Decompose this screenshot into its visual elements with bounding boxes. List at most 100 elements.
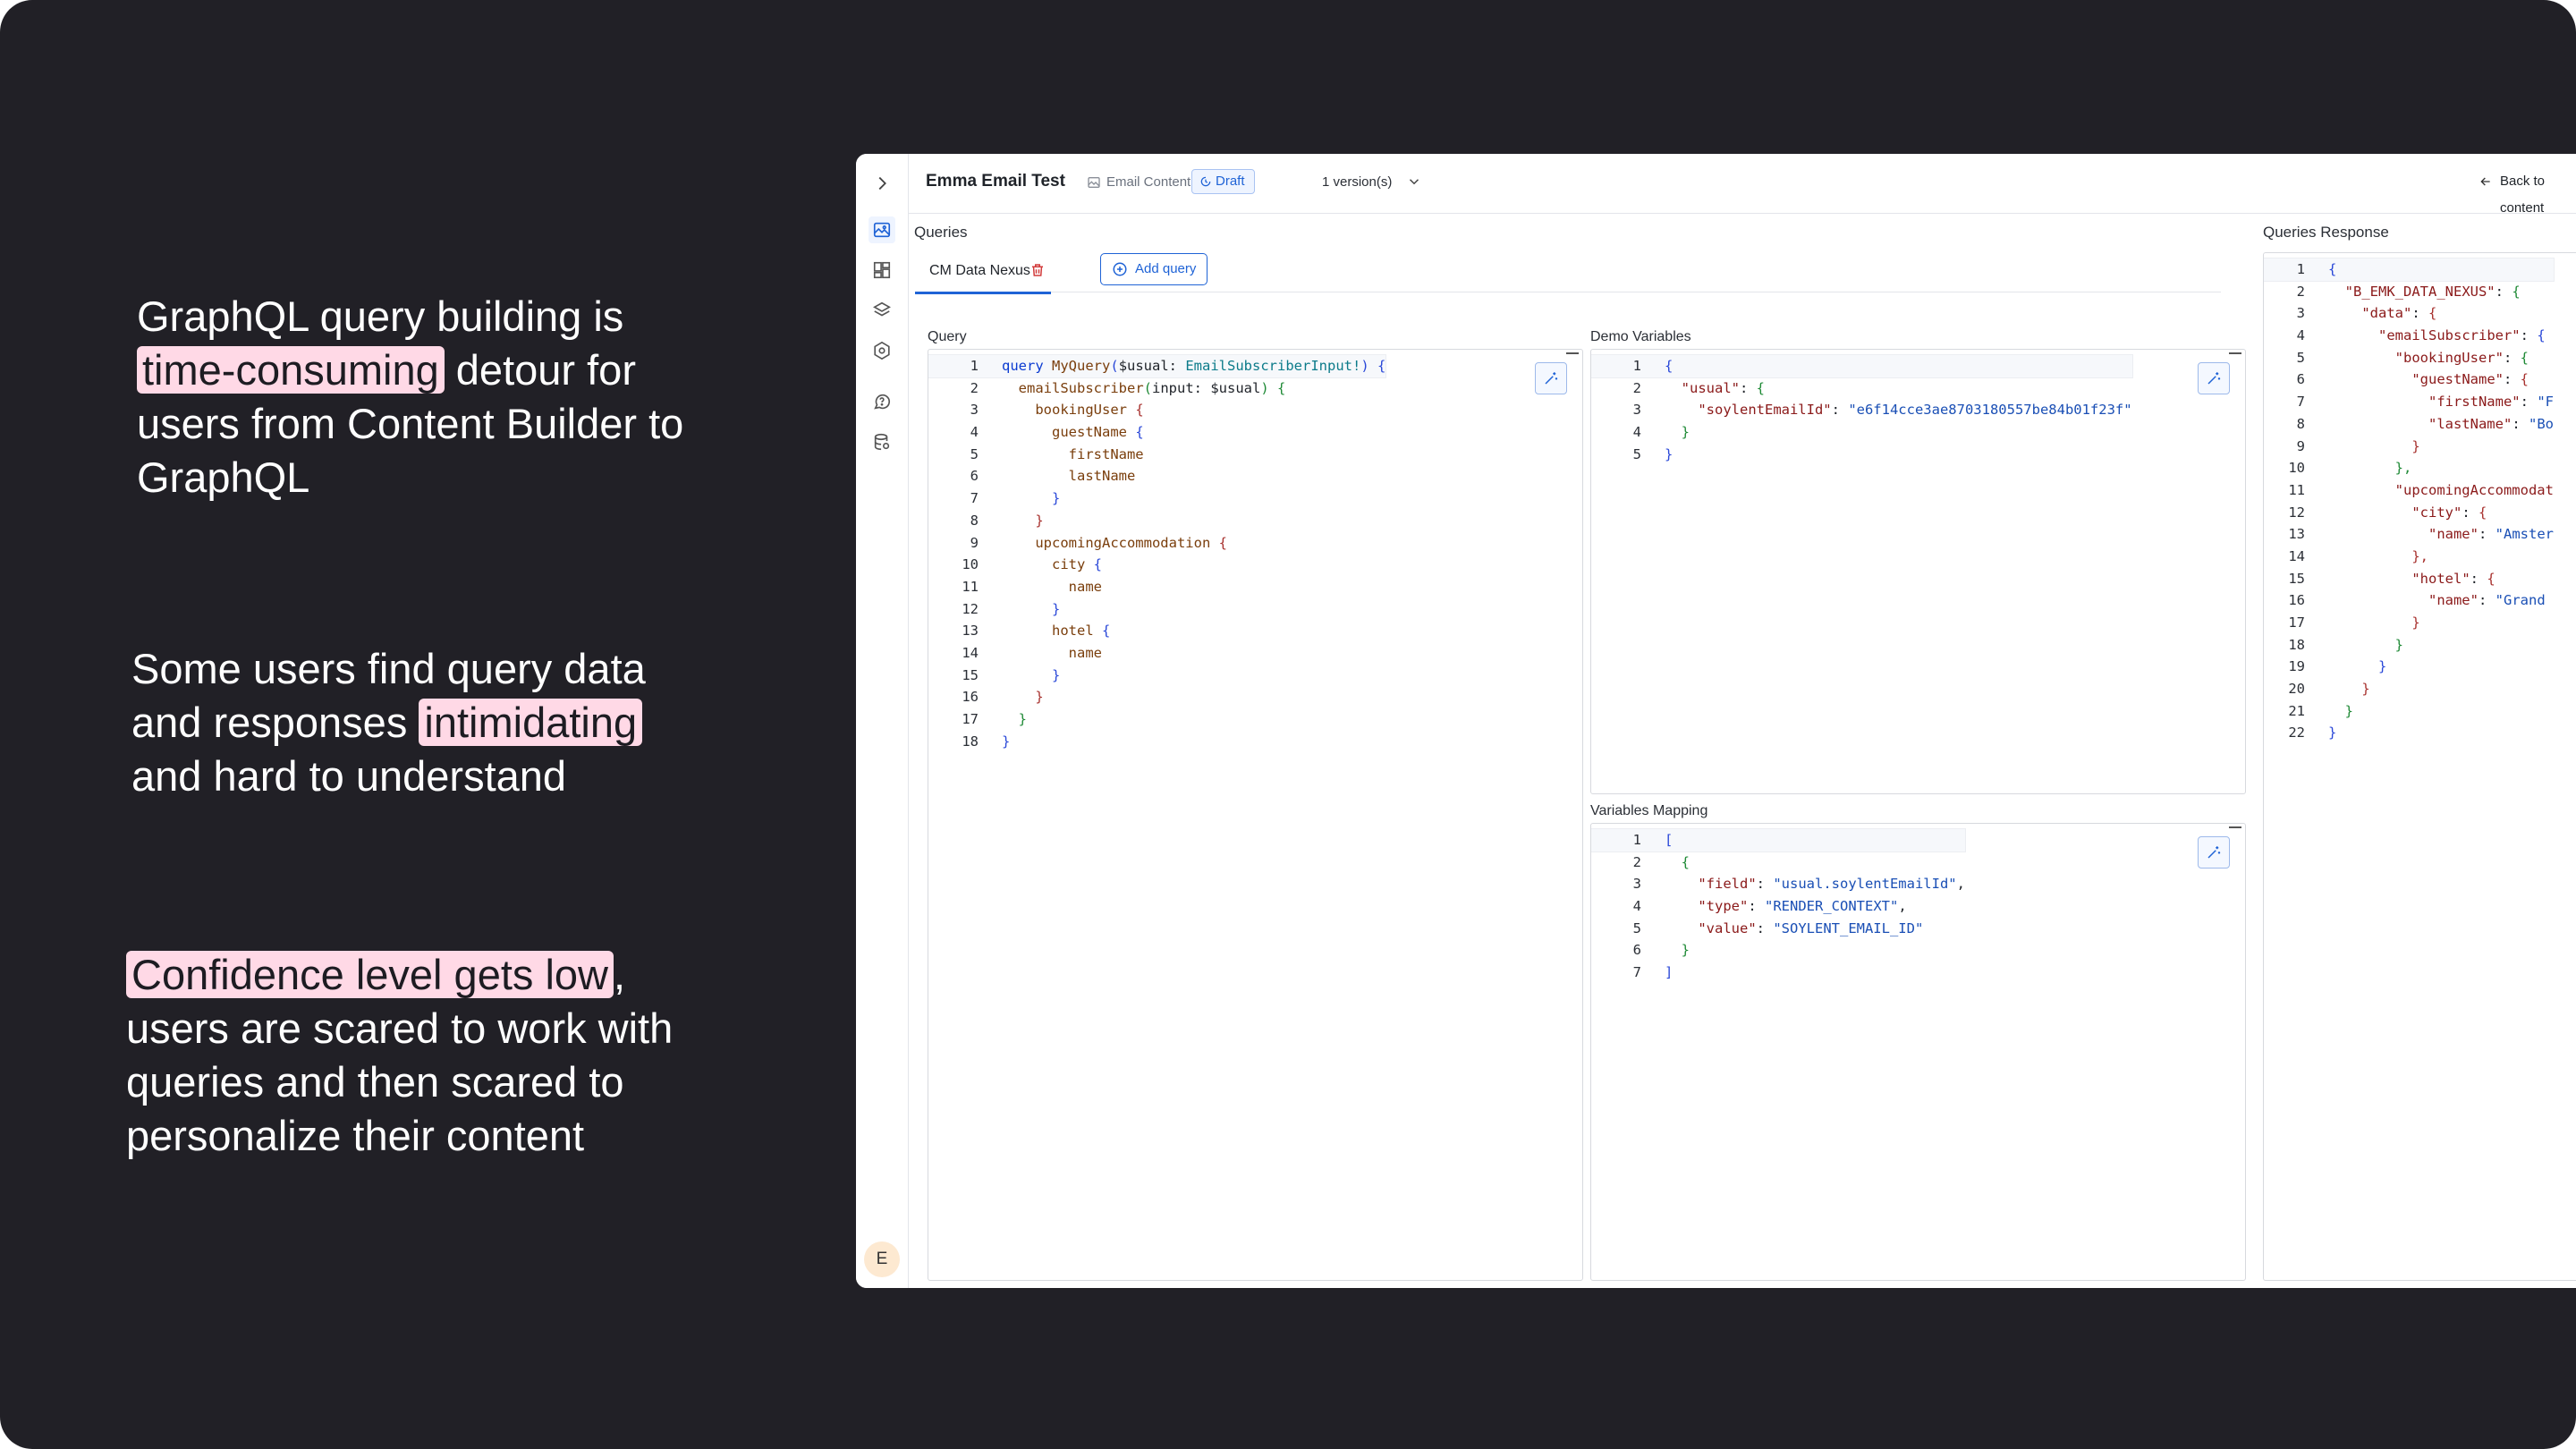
- line-number: 1: [1632, 832, 1641, 848]
- query-editor[interactable]: 1 query MyQuery($usual: EmailSubscriberIn…: [928, 349, 1583, 1281]
- code-token: },: [2394, 460, 2412, 477]
- code-token: lastName: [1068, 468, 1136, 485]
- line-number: 2: [2296, 283, 2305, 300]
- code-line: 1{: [2264, 258, 2555, 282]
- code-token: {: [1135, 424, 1144, 441]
- database-icon[interactable]: [869, 428, 895, 455]
- line-number: 4: [970, 424, 979, 441]
- collapse-handle[interactable]: [2229, 826, 2241, 828]
- breadcrumb[interactable]: Email Content: [1106, 174, 1191, 190]
- code-line: 14 name: [928, 642, 1385, 665]
- add-query-button[interactable]: Add query: [1100, 253, 1208, 285]
- variables-mapping-editor[interactable]: 1[2 {3 "field": "usual.soylentEmailId", 4…: [1590, 823, 2246, 1281]
- line-number: 12: [2288, 504, 2305, 521]
- code-token: ): [1260, 379, 1269, 396]
- chevron-right-icon[interactable]: [869, 170, 895, 197]
- highlight-confidence-low: Confidence level gets low: [126, 951, 614, 998]
- code-token: {: [1218, 534, 1227, 551]
- chevron-down-icon[interactable]: [1406, 174, 1422, 190]
- layers-icon[interactable]: [869, 297, 895, 324]
- trash-icon[interactable]: [1030, 262, 1046, 278]
- tab-cm-data-nexus[interactable]: CM Data Nexus: [915, 250, 1051, 294]
- code-line: 11 name: [928, 576, 1385, 598]
- queries-heading: Queries: [914, 224, 968, 241]
- code-token: :: [2512, 415, 2529, 432]
- line-number: 1: [2296, 261, 2305, 277]
- code-token: :: [1740, 379, 1757, 396]
- line-number: 16: [962, 689, 979, 706]
- magic-format-icon[interactable]: [2198, 836, 2230, 869]
- code-token: "lastName": [2428, 415, 2512, 432]
- code-line: 10 },: [2264, 457, 2554, 479]
- code-token: :: [1748, 898, 1765, 915]
- code-token: name: [1068, 578, 1102, 595]
- code-token: ,: [1956, 876, 1965, 893]
- code-token: "usual.soylentEmailId": [1773, 876, 1957, 893]
- code-token: }: [2361, 681, 2370, 698]
- code-token: :: [2470, 570, 2487, 587]
- code-token: }: [1052, 490, 1061, 507]
- code-content: 1{2 "B_EMK_DATA_NEXUS": {3 "data": {4 "e…: [2264, 258, 2555, 744]
- code-token: {: [2512, 283, 2521, 300]
- graphql-icon[interactable]: [869, 337, 895, 364]
- magic-format-icon[interactable]: [2198, 362, 2230, 394]
- code-token: "RENDER_CONTEXT": [1765, 898, 1899, 915]
- code-line: 8 "lastName": "Bo: [2264, 413, 2554, 436]
- line-number: 1: [970, 358, 979, 374]
- tab-label: CM Data Nexus: [929, 263, 1030, 278]
- code-token: "bookingUser": [2394, 349, 2504, 366]
- avatar[interactable]: E: [864, 1241, 900, 1277]
- code-line: 4 }: [1591, 421, 2132, 444]
- code-token: {: [2479, 504, 2487, 521]
- app-window: E Emma Email Test Email Content Draft 1 …: [856, 154, 2576, 1288]
- line-number: 5: [1632, 445, 1641, 462]
- message-intimidating: Some users find query data and responses…: [131, 642, 686, 803]
- arrow-left-icon: [2480, 177, 2490, 186]
- back-to-content-button[interactable]: Back to content: [2475, 168, 2576, 216]
- help-icon[interactable]: [869, 388, 895, 415]
- line-number: 13: [962, 623, 979, 640]
- add-query-label: Add query: [1135, 261, 1197, 276]
- code-line: 19 }: [2264, 656, 2554, 678]
- code-token: EmailSubscriberInput!: [1185, 358, 1361, 374]
- code-token: "Bo: [2528, 415, 2554, 432]
- message-text: and hard to understand: [131, 752, 567, 800]
- version-selector[interactable]: 1 version(s): [1322, 174, 1392, 190]
- code-line: 13 "name": "Amster: [2264, 523, 2554, 546]
- code-line: 20 }: [2264, 678, 2554, 700]
- code-line: 6 lastName: [928, 465, 1385, 487]
- back-label: Back to content: [2500, 174, 2546, 216]
- line-number: 7: [970, 490, 979, 507]
- code-token: upcomingAccommodation: [1035, 534, 1211, 551]
- code-token: "city": [2411, 504, 2462, 521]
- code-line: 1{: [1591, 354, 2133, 378]
- code-token: {: [2520, 371, 2529, 388]
- code-token: }: [2344, 702, 2354, 719]
- magic-format-icon[interactable]: [1535, 362, 1567, 394]
- collapse-handle[interactable]: [2229, 352, 2241, 354]
- demo-variables-editor[interactable]: 1{2 "usual": {3 "soylentEmailId": "e6f14…: [1590, 349, 2246, 794]
- layout-icon[interactable]: [869, 257, 895, 284]
- image-icon[interactable]: [869, 216, 895, 243]
- code-token: (: [1110, 358, 1119, 374]
- code-line: 5 firstName: [928, 444, 1385, 466]
- code-token: "B_EMK_DATA_NEXUS": [2344, 283, 2496, 300]
- line-number: 19: [2288, 658, 2305, 675]
- code-token: bookingUser: [1035, 402, 1127, 419]
- plus-circle-icon: [1113, 262, 1127, 276]
- queries-response-editor[interactable]: 1{2 "B_EMK_DATA_NEXUS": {3 "data": {4 "e…: [2263, 252, 2576, 1281]
- code-token: {: [2520, 349, 2529, 366]
- collapse-handle[interactable]: [1566, 352, 1579, 354]
